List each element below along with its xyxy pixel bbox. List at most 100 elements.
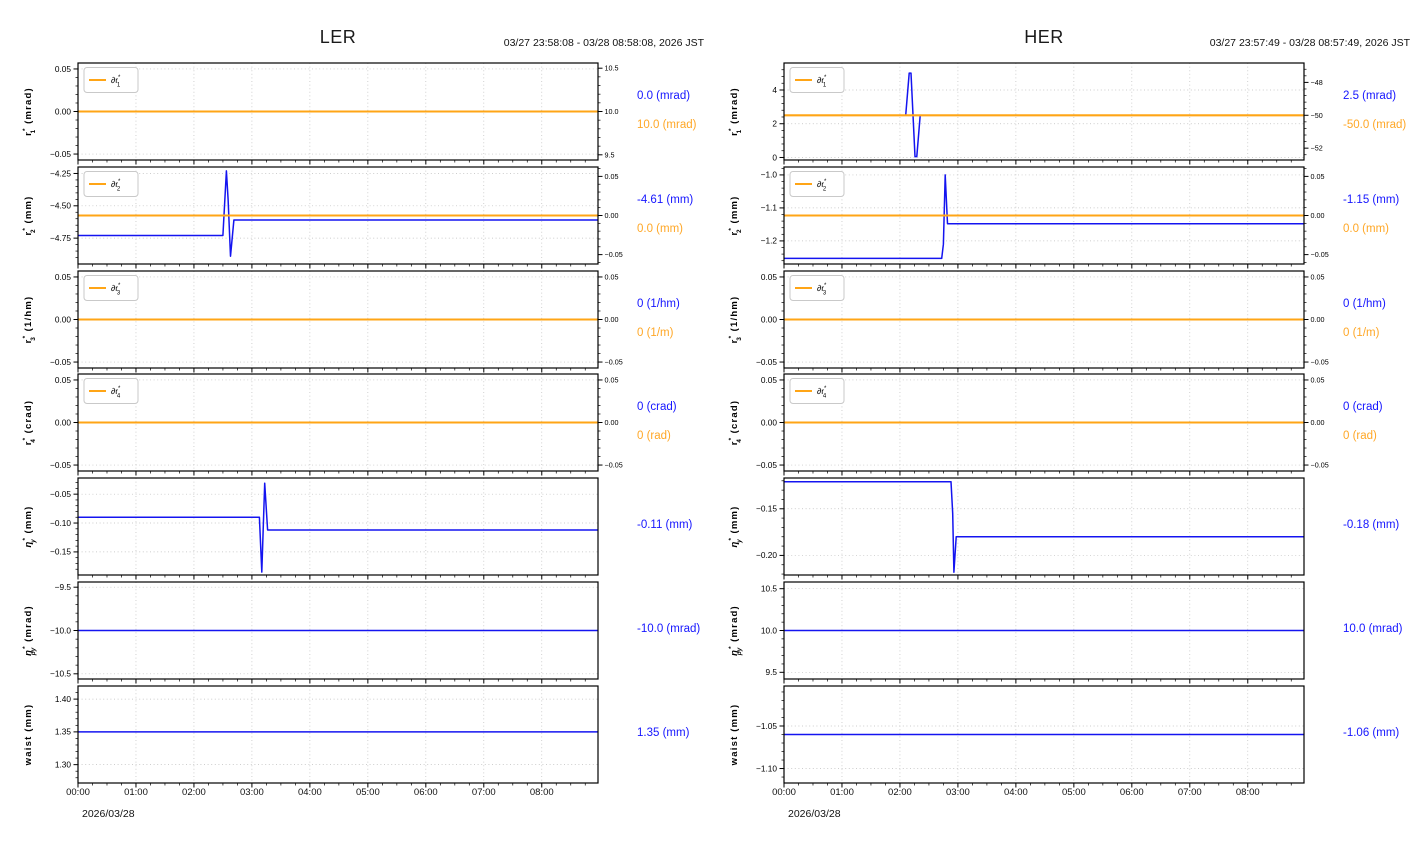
svg-text:0.05: 0.05	[605, 272, 619, 281]
x-tick-label: 07:00	[1168, 787, 1212, 798]
svg-text:0.00: 0.00	[1311, 211, 1325, 220]
x-tick-label: 02:00	[878, 787, 922, 798]
svg-text:−0.05: −0.05	[50, 356, 71, 366]
svg-text:−4.50: −4.50	[50, 200, 71, 210]
readout-orange-ler-r1: 10.0 (mrad)	[637, 119, 709, 134]
svg-text:1.40: 1.40	[55, 694, 72, 704]
readout-orange-ler-r2: 0.0 (mm)	[637, 223, 709, 238]
readout-orange-her-r3: 0 (1/m)	[1343, 327, 1412, 342]
svg-text:−52: −52	[1311, 144, 1323, 153]
readout-orange-her-r1: -50.0 (mrad)	[1343, 119, 1412, 134]
svg-text:−1.05: −1.05	[756, 721, 777, 731]
svg-text:0.05: 0.05	[1311, 272, 1325, 281]
readout-blue-her-r3: 0 (1/hm)	[1343, 298, 1412, 313]
svg-text:0.05: 0.05	[55, 64, 72, 74]
svg-text:−50: −50	[1311, 111, 1323, 120]
svg-text:1.30: 1.30	[55, 759, 72, 769]
readout-blue-her-eta_py: 10.0 (mrad)	[1343, 623, 1412, 638]
svg-text:0.05: 0.05	[605, 376, 619, 385]
plot-ler-r4: 0.050.00−0.050.050.00−0.05∂r*4r*4 (crad)	[78, 374, 598, 471]
svg-text:waist (mm): waist (mm)	[729, 703, 740, 766]
svg-text:r*2 (mm): r*2 (mm)	[728, 195, 743, 235]
svg-text:10.5: 10.5	[761, 583, 778, 593]
svg-text:0.00: 0.00	[55, 106, 72, 116]
x-tick-label: 03:00	[230, 787, 274, 798]
ler-x-axis-date: 2026/03/28	[82, 808, 135, 820]
legend-r2: ∂r*2	[84, 171, 138, 196]
svg-text:1.35: 1.35	[55, 726, 72, 736]
svg-text:r*4 (crad): r*4 (crad)	[728, 400, 743, 446]
svg-text:−0.05: −0.05	[605, 461, 623, 470]
beam-optics-monitor: LER 03/27 23:58:08 - 03/28 08:58:08, 202…	[0, 0, 1412, 864]
readout-blue-ler-r2: -4.61 (mm)	[637, 194, 709, 209]
readout-blue-her-r2: -1.15 (mm)	[1343, 194, 1412, 209]
x-tick-label: 08:00	[1226, 787, 1270, 798]
plot-her-eta_y: −0.15−0.20η*y (mm)	[784, 478, 1304, 575]
plot-ler-waist: 1.401.351.30waist (mm)	[78, 686, 598, 783]
plot-her-eta_py: 10.510.09.5η*py (mrad)	[784, 582, 1304, 679]
x-tick-label: 04:00	[994, 787, 1038, 798]
readout-blue-her-eta_y: -0.18 (mm)	[1343, 519, 1412, 534]
svg-text:0.00: 0.00	[605, 211, 619, 220]
plot-her-waist: −1.05−1.10waist (mm)	[784, 686, 1304, 783]
svg-text:−9.5: −9.5	[55, 582, 72, 592]
svg-text:0.00: 0.00	[1311, 418, 1325, 427]
readout-blue-her-waist: -1.06 (mm)	[1343, 727, 1412, 742]
svg-text:−0.05: −0.05	[756, 356, 777, 366]
svg-text:0.05: 0.05	[55, 375, 72, 385]
svg-text:9.5: 9.5	[605, 150, 615, 159]
plot-ler-r3: 0.050.00−0.050.050.00−0.05∂r*3r*3 (1/hm)	[78, 271, 598, 368]
x-tick-label: 01:00	[114, 787, 158, 798]
svg-text:−0.05: −0.05	[50, 460, 71, 470]
plot-ler-eta_y: −0.05−0.10−0.15η*y (mm)	[78, 478, 598, 575]
svg-text:−1.10: −1.10	[756, 763, 777, 773]
plot-ler-eta_py: −9.5−10.0−10.5η*py (mrad)	[78, 582, 598, 679]
svg-text:−0.10: −0.10	[50, 518, 71, 528]
svg-text:−0.05: −0.05	[605, 250, 623, 259]
svg-text:0.00: 0.00	[55, 314, 72, 324]
svg-text:10.0: 10.0	[761, 625, 778, 635]
svg-text:−0.05: −0.05	[1311, 250, 1329, 259]
svg-text:−10.5: −10.5	[50, 669, 71, 679]
svg-text:η*y (mm): η*y (mm)	[728, 506, 743, 548]
svg-text:−1.0: −1.0	[761, 170, 778, 180]
readout-blue-her-r4: 0 (crad)	[1343, 401, 1412, 416]
svg-text:0.00: 0.00	[761, 418, 778, 428]
svg-text:10.5: 10.5	[605, 64, 619, 73]
x-tick-label: 06:00	[1110, 787, 1154, 798]
x-tick-label: 03:00	[936, 787, 980, 798]
svg-text:r*3 (1/hm): r*3 (1/hm)	[22, 295, 37, 343]
readout-orange-ler-r4: 0 (rad)	[637, 430, 709, 445]
her-plot-stack: 420−48−50−52∂r*1r*1 (mrad)2.5 (mrad)-50.…	[706, 0, 1412, 864]
svg-text:r*4 (crad): r*4 (crad)	[22, 400, 37, 446]
svg-text:0.05: 0.05	[605, 172, 619, 181]
svg-text:−0.05: −0.05	[50, 489, 71, 499]
svg-text:−0.05: −0.05	[756, 460, 777, 470]
svg-text:0.00: 0.00	[761, 314, 778, 324]
plot-her-r4: 0.050.00−0.050.050.00−0.05∂r*4r*4 (crad)	[784, 374, 1304, 471]
svg-text:−0.15: −0.15	[50, 547, 71, 557]
svg-text:0.05: 0.05	[761, 375, 778, 385]
legend-r1: ∂r*1	[84, 68, 138, 93]
plot-ler-r1: 0.050.00−0.0510.510.09.5∂r*1r*1 (mrad)	[78, 63, 598, 160]
svg-text:0.05: 0.05	[1311, 172, 1325, 181]
svg-text:−0.05: −0.05	[1311, 357, 1329, 366]
svg-text:−1.2: −1.2	[761, 236, 778, 246]
svg-text:−0.05: −0.05	[50, 149, 71, 159]
svg-text:−0.20: −0.20	[756, 550, 777, 560]
svg-text:r*1 (mrad): r*1 (mrad)	[22, 87, 37, 136]
svg-text:0.00: 0.00	[1311, 315, 1325, 324]
legend-r3: ∂r*3	[790, 275, 844, 300]
legend-r4: ∂r*4	[790, 379, 844, 404]
svg-text:0: 0	[772, 152, 777, 162]
svg-text:0.00: 0.00	[55, 418, 72, 428]
svg-text:−0.15: −0.15	[756, 504, 777, 514]
svg-text:r*1 (mrad): r*1 (mrad)	[728, 87, 743, 136]
svg-text:2: 2	[772, 119, 777, 129]
plot-her-r3: 0.050.00−0.050.050.00−0.05∂r*3r*3 (1/hm)	[784, 271, 1304, 368]
x-tick-label: 00:00	[56, 787, 100, 798]
plot-her-r2: −1.0−1.1−1.20.050.00−0.05∂r*2r*2 (mm)	[784, 167, 1304, 264]
plot-her-r1: 420−48−50−52∂r*1r*1 (mrad)	[784, 63, 1304, 160]
readout-blue-ler-waist: 1.35 (mm)	[637, 727, 709, 742]
her-panel: HER 03/27 23:57:49 - 03/28 08:57:49, 202…	[706, 0, 1412, 864]
